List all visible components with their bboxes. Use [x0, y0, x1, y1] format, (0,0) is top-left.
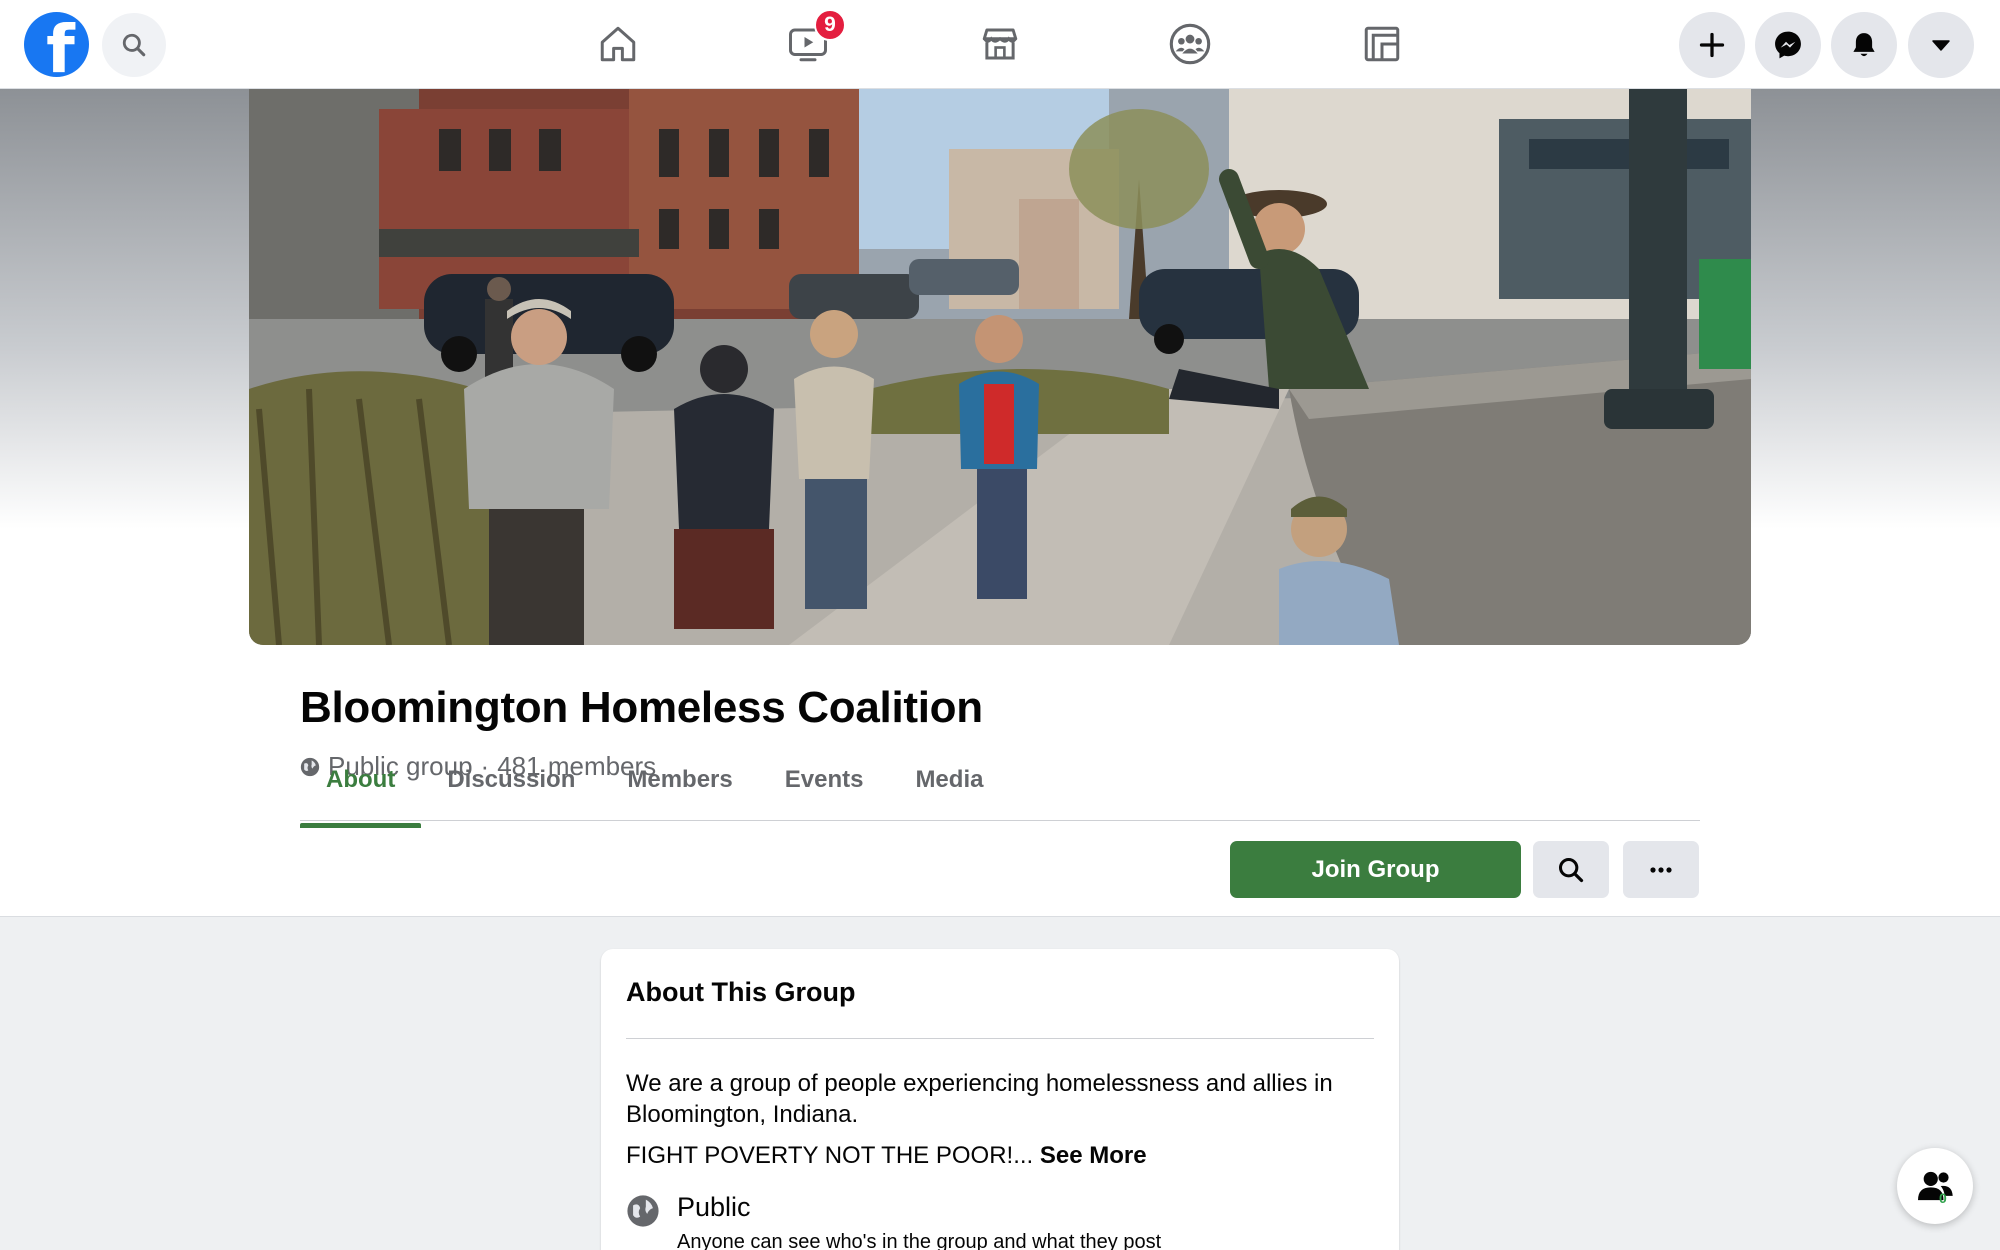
nav-marketplace[interactable]	[950, 12, 1050, 76]
nav-groups[interactable]	[1140, 12, 1240, 76]
privacy-description: Anyone can see who's in the group and wh…	[677, 1231, 1162, 1250]
about-description-more: FIGHT POVERTY NOT THE POOR!... See More	[626, 1142, 1147, 1170]
facebook-logo[interactable]: f	[24, 12, 89, 77]
create-button[interactable]	[1679, 12, 1745, 78]
about-title: About This Group	[626, 977, 856, 1007]
logo-letter: f	[46, 12, 75, 78]
nav-gaming[interactable]	[1332, 12, 1432, 76]
search-icon	[122, 33, 146, 57]
cover-photo	[249, 89, 1751, 645]
search-button[interactable]	[102, 13, 166, 77]
messenger-button[interactable]	[1755, 12, 1821, 78]
group-title: Bloomington Homeless Coalition	[300, 683, 983, 732]
tab-members[interactable]: Members	[601, 732, 758, 828]
tab-media[interactable]: Media	[889, 732, 1009, 828]
account-menu-button[interactable]	[1908, 12, 1974, 78]
home-icon	[600, 26, 636, 62]
top-navigation-bar: f 9	[0, 0, 2000, 89]
contacts-chat-button[interactable]: 0	[1897, 1148, 1973, 1224]
about-divider	[626, 1038, 1374, 1039]
more-options-button[interactable]	[1623, 841, 1699, 898]
tab-discussion[interactable]: Discussion	[421, 732, 601, 828]
groups-icon	[1169, 23, 1211, 65]
search-icon	[1558, 857, 1584, 882]
tab-about[interactable]: About	[300, 732, 422, 828]
people-icon	[1918, 1171, 1953, 1201]
notification-badge: 9	[814, 9, 846, 41]
marketplace-store-icon	[982, 28, 1018, 60]
bell-icon	[1853, 33, 1875, 57]
notifications-button[interactable]	[1831, 12, 1897, 78]
messenger-icon	[1775, 31, 1801, 59]
more-dots-icon	[1650, 866, 1672, 873]
group-tabs: About Discussion Members Events Media	[300, 732, 1009, 828]
caret-down-icon	[1932, 40, 1950, 51]
join-group-button[interactable]: Join Group	[1230, 841, 1521, 898]
about-card: About This Group We are a group of peopl…	[601, 949, 1399, 1250]
about-description: We are a group of people experiencing ho…	[626, 1070, 1333, 1128]
tab-events[interactable]: Events	[759, 732, 890, 828]
nav-watch[interactable]: 9	[758, 9, 858, 76]
privacy-title: Public	[677, 1192, 751, 1222]
group-search-button[interactable]	[1533, 841, 1609, 898]
globe-icon	[627, 1195, 659, 1227]
nav-home[interactable]	[568, 12, 668, 76]
gaming-icon	[1364, 26, 1400, 62]
about-description-line: FIGHT POVERTY NOT THE POOR!...	[626, 1142, 1034, 1169]
plus-icon	[1699, 32, 1725, 58]
see-more-link[interactable]: See More	[1040, 1142, 1147, 1169]
online-count: 0	[1939, 1190, 1947, 1206]
